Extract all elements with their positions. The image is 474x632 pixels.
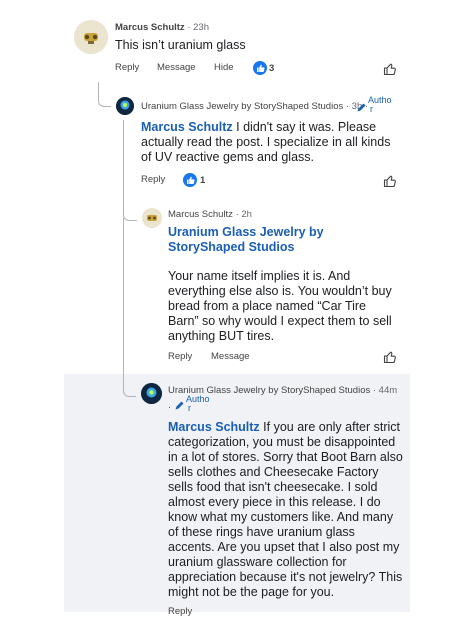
hide-button[interactable]: Hide xyxy=(214,62,234,73)
avatar[interactable] xyxy=(116,97,134,115)
avatar[interactable] xyxy=(141,383,162,404)
comment-text: Marcus Schultz I didn't say it was. Plea… xyxy=(141,120,391,164)
avatar-image xyxy=(116,97,134,115)
like-count-icon xyxy=(183,173,197,187)
comment-text: Your name itself implies it is. And ever… xyxy=(168,269,392,343)
comment-author[interactable]: Marcus Schultz xyxy=(168,209,233,220)
reply-button[interactable]: Reply xyxy=(115,62,139,73)
avatar-image xyxy=(142,208,162,228)
like-icon[interactable] xyxy=(383,174,397,188)
like-count: 3 xyxy=(269,63,275,74)
message-button[interactable]: Message xyxy=(211,351,250,362)
author-badge: Autho r xyxy=(186,394,210,413)
comment-text: This isn’t uranium glass xyxy=(115,38,246,52)
thread-line xyxy=(98,82,111,107)
avatar-image xyxy=(141,383,162,404)
comment-author[interactable]: Marcus Schultz xyxy=(115,22,185,33)
comment-author[interactable]: Uranium Glass Jewelry by StoryShaped Stu… xyxy=(141,101,343,112)
pencil-icon xyxy=(175,401,184,410)
like-count: 1 xyxy=(200,175,206,186)
comment-timestamp[interactable]: · 2h xyxy=(236,209,252,220)
avatar-image xyxy=(74,20,108,54)
thread-line xyxy=(123,218,136,397)
separator-dot: · xyxy=(168,402,171,412)
mention-link[interactable]: Marcus Schultz xyxy=(168,420,260,434)
reply-button[interactable]: Reply xyxy=(141,174,165,185)
like-icon[interactable] xyxy=(383,62,397,76)
thread-line xyxy=(123,120,137,221)
like-count-icon xyxy=(253,61,267,75)
like-icon[interactable] xyxy=(383,350,397,364)
message-button[interactable]: Message xyxy=(157,62,196,73)
mention-link[interactable]: Marcus Schultz xyxy=(141,120,233,134)
comment-timestamp[interactable]: · 44m xyxy=(373,385,397,396)
author-badge: Autho r xyxy=(368,95,392,114)
comment-timestamp[interactable]: · 23h xyxy=(187,22,209,33)
mention-link[interactable]: Uranium Glass Jewelry by StoryShaped Stu… xyxy=(168,225,398,255)
reply-button[interactable]: Reply xyxy=(168,606,192,617)
comment-text: Marcus Schultz If you are only after str… xyxy=(168,420,403,599)
avatar[interactable] xyxy=(74,20,108,54)
avatar[interactable] xyxy=(142,208,162,228)
pencil-icon xyxy=(357,103,366,112)
reply-button[interactable]: Reply xyxy=(168,351,192,362)
